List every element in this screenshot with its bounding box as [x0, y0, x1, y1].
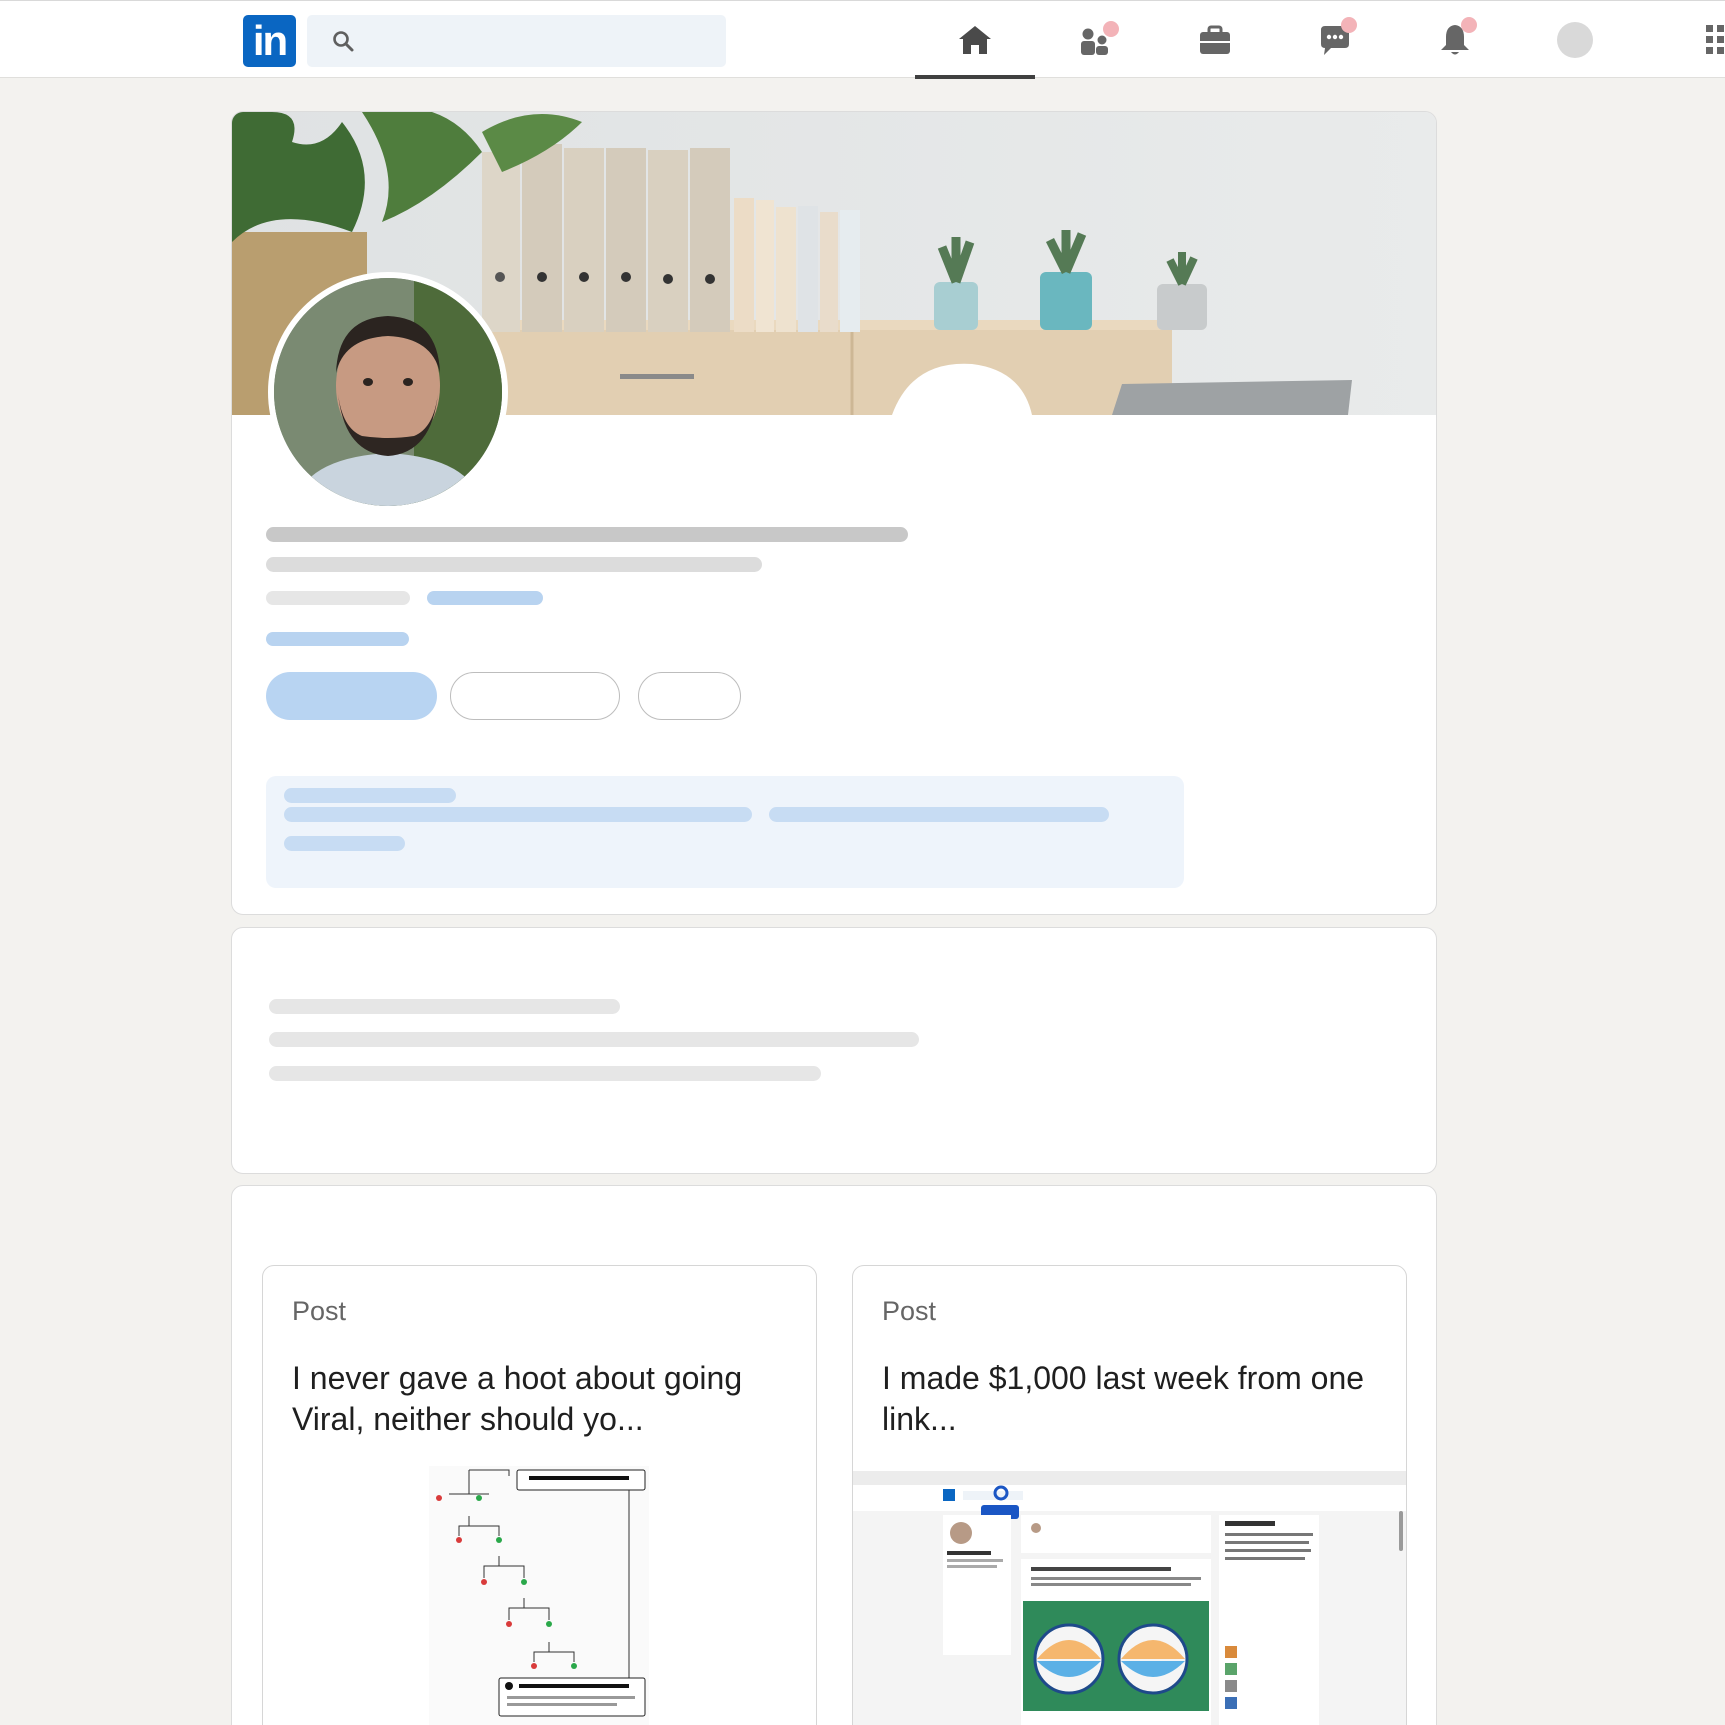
activity-card: Post I never gave a hoot about going Vir… — [231, 1185, 1437, 1725]
profile-location-placeholder — [266, 591, 410, 605]
about-line-placeholder — [269, 1066, 821, 1081]
more-button[interactable] — [638, 672, 741, 720]
nav-home[interactable] — [915, 1, 1035, 79]
search-input[interactable] — [367, 15, 707, 67]
briefcase-icon — [1200, 25, 1230, 54]
post-thumbnail-screenshot — [853, 1471, 1406, 1725]
profile-name-placeholder — [266, 527, 908, 542]
search-bar[interactable] — [307, 15, 726, 67]
contact-info-link-placeholder[interactable] — [427, 591, 543, 605]
about-title-placeholder — [269, 999, 620, 1014]
about-card — [231, 927, 1437, 1174]
info-line-placeholder — [769, 807, 1109, 822]
info-link-placeholder[interactable] — [284, 836, 405, 851]
notification-badge — [1461, 17, 1477, 33]
linkedin-logo[interactable]: in — [243, 15, 296, 67]
profile-card — [231, 111, 1437, 915]
secondary-action-button[interactable] — [450, 672, 620, 720]
home-icon — [959, 26, 991, 54]
notification-badge — [1341, 17, 1357, 33]
post-thumbnail-flowchart — [429, 1466, 649, 1725]
profile-avatar[interactable] — [268, 272, 508, 512]
nav-messaging[interactable] — [1275, 1, 1395, 79]
info-title-placeholder — [284, 788, 456, 803]
post-headline: I made $1,000 last week from one link... — [882, 1360, 1365, 1437]
notification-badge — [1103, 21, 1119, 37]
connections-count-placeholder[interactable] — [266, 632, 409, 646]
nav-notifications[interactable] — [1395, 1, 1515, 79]
open-to-work-box[interactable] — [266, 776, 1184, 888]
profile-headline-placeholder — [266, 557, 762, 572]
primary-action-button[interactable] — [266, 672, 437, 720]
search-icon — [333, 31, 354, 52]
post-type-label: Post — [882, 1296, 937, 1326]
top-nav: in — [0, 0, 1725, 79]
nav-my-network[interactable] — [1035, 1, 1155, 79]
post-headline: I never gave a hoot about going Viral, n… — [292, 1360, 743, 1437]
info-line-placeholder — [284, 807, 752, 822]
nav-me[interactable] — [1515, 1, 1635, 79]
post-type-label: Post — [292, 1296, 347, 1326]
post-card[interactable]: Post I made $1,000 last week from one li… — [852, 1265, 1407, 1725]
apps-grid-icon[interactable] — [1705, 23, 1725, 57]
profile-avatar-small — [1557, 22, 1593, 58]
nav-jobs[interactable] — [1155, 1, 1275, 79]
about-line-placeholder — [269, 1032, 919, 1047]
post-card[interactable]: Post I never gave a hoot about going Vir… — [262, 1265, 817, 1725]
